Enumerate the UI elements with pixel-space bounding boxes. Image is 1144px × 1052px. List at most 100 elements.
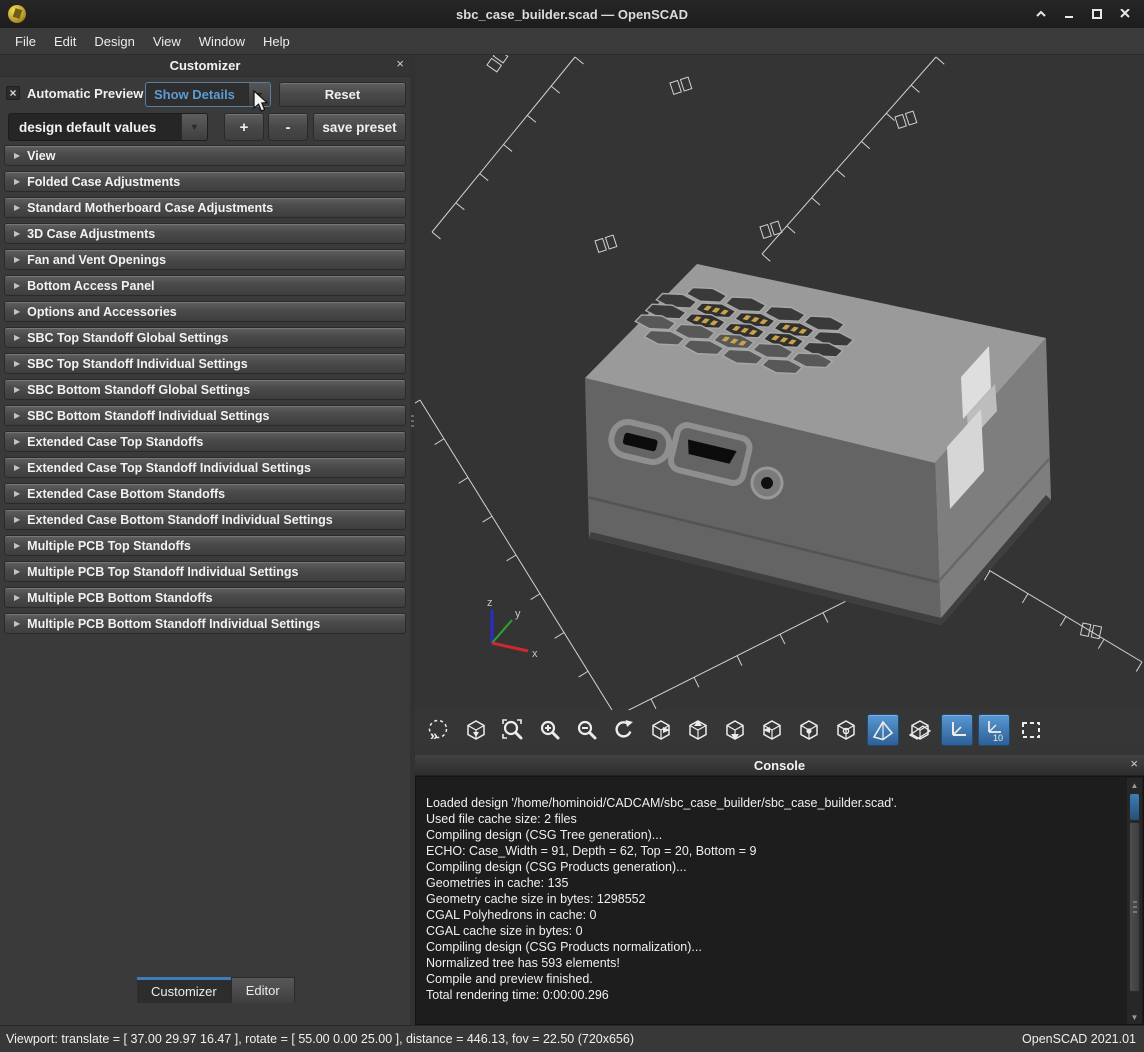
- show-axes-button[interactable]: [941, 714, 973, 746]
- menu-design[interactable]: Design: [85, 30, 143, 53]
- show-crosshairs-button[interactable]: [1015, 714, 1047, 746]
- customizer-section-label: SBC Top Standoff Individual Settings: [27, 357, 248, 371]
- chevron-right-icon: ▶: [5, 151, 27, 160]
- view-back-button[interactable]: [830, 714, 862, 746]
- customizer-section[interactable]: ▶Bottom Access Panel: [4, 275, 406, 296]
- customizer-section[interactable]: ▶Extended Case Bottom Standoff Individua…: [4, 509, 406, 530]
- chevron-right-icon: ▶: [5, 463, 27, 472]
- customizer-section[interactable]: ▶Extended Case Top Standoff Individual S…: [4, 457, 406, 478]
- view-front-icon: [797, 718, 821, 742]
- console-line: CGAL cache size in bytes: 0: [426, 923, 1123, 939]
- minimize-window-button[interactable]: [1058, 4, 1080, 24]
- zoom-out-button[interactable]: [571, 714, 603, 746]
- customizer-section[interactable]: ▶Folded Case Adjustments: [4, 171, 406, 192]
- customizer-section[interactable]: ▶Extended Case Top Standoffs: [4, 431, 406, 452]
- tab-customizer[interactable]: Customizer: [137, 977, 231, 1003]
- console-panel[interactable]: Loaded design '/home/hominoid/CADCAM/sbc…: [415, 776, 1144, 1025]
- perspective-button[interactable]: [867, 714, 899, 746]
- scroll-down-icon[interactable]: ▼: [1127, 1010, 1142, 1024]
- customizer-section[interactable]: ▶Extended Case Bottom Standoffs: [4, 483, 406, 504]
- save-preset-button[interactable]: save preset: [313, 113, 406, 141]
- customizer-section[interactable]: ▶Multiple PCB Top Standoffs: [4, 535, 406, 556]
- zoom-in-icon: [538, 718, 562, 742]
- customizer-section[interactable]: ▶Fan and Vent Openings: [4, 249, 406, 270]
- customizer-section[interactable]: ▶Options and Accessories: [4, 301, 406, 322]
- customizer-section[interactable]: ▶SBC Bottom Standoff Individual Settings: [4, 405, 406, 426]
- console-close-icon[interactable]: ×: [1130, 756, 1138, 771]
- menu-window[interactable]: Window: [190, 30, 254, 53]
- customizer-section[interactable]: ▶Multiple PCB Bottom Standoff Individual…: [4, 613, 406, 634]
- title-bar[interactable]: sbc_case_builder.scad — OpenSCAD: [0, 0, 1144, 28]
- case-model: [585, 264, 1051, 625]
- preset-select[interactable]: design default values ▼: [8, 113, 208, 141]
- menu-view[interactable]: View: [144, 30, 190, 53]
- customizer-panel: Customizer × × Automatic Preview Show De…: [0, 55, 410, 1025]
- window-controls: [1030, 4, 1144, 24]
- scrollbar-thumb[interactable]: [1129, 822, 1140, 992]
- view-left-button[interactable]: [756, 714, 788, 746]
- customizer-section-label: Extended Case Top Standoffs: [27, 435, 203, 449]
- view-right-button[interactable]: [645, 714, 677, 746]
- customizer-section-label: View: [27, 149, 55, 163]
- customizer-section[interactable]: ▶Standard Motherboard Case Adjustments: [4, 197, 406, 218]
- view-top-button[interactable]: [682, 714, 714, 746]
- view-left-icon: [760, 718, 784, 742]
- customizer-section[interactable]: ▶SBC Top Standoff Individual Settings: [4, 353, 406, 374]
- customizer-section[interactable]: ▶View: [4, 145, 406, 166]
- chevron-down-icon[interactable]: ▼: [248, 83, 270, 106]
- maximize-window-button[interactable]: [1086, 4, 1108, 24]
- customizer-section-label: SBC Top Standoff Global Settings: [27, 331, 228, 345]
- close-window-button[interactable]: [1114, 4, 1136, 24]
- console-line: Geometry cache size in bytes: 1298552: [426, 891, 1123, 907]
- detail-level-select[interactable]: Show Details ▼: [145, 82, 271, 107]
- x-axis-label: x: [532, 648, 538, 660]
- show-axes-icon: [945, 718, 969, 742]
- view-bottom-button[interactable]: [719, 714, 751, 746]
- reset-view-button[interactable]: [460, 714, 492, 746]
- console-title: Console: [754, 758, 805, 773]
- 3d-scene: z y x: [415, 55, 1144, 710]
- view-front-button[interactable]: [793, 714, 825, 746]
- customizer-section[interactable]: ▶SBC Bottom Standoff Global Settings: [4, 379, 406, 400]
- tab-editor[interactable]: Editor: [231, 977, 295, 1003]
- menu-help[interactable]: Help: [254, 30, 299, 53]
- customizer-section[interactable]: ▶Multiple PCB Bottom Standoffs: [4, 587, 406, 608]
- console-line: Normalized tree has 593 elements!: [426, 955, 1123, 971]
- chevron-right-icon: ▶: [5, 489, 27, 498]
- customizer-section-label: Options and Accessories: [27, 305, 177, 319]
- zoom-all-button[interactable]: [497, 714, 529, 746]
- customizer-controls-row-2: design default values ▼ + - save preset: [0, 111, 410, 143]
- rotate-view-button[interactable]: [608, 714, 640, 746]
- zoom-out-icon: [575, 718, 599, 742]
- chevron-down-icon[interactable]: ▼: [181, 114, 207, 140]
- console-scrollbar[interactable]: ▲ ▼: [1127, 778, 1142, 1024]
- openscad-window: sbc_case_builder.scad — OpenSCAD FileEdi…: [0, 0, 1144, 1052]
- orthogonal-button[interactable]: [904, 714, 936, 746]
- customizer-section-label: Multiple PCB Top Standoff Individual Set…: [27, 565, 298, 579]
- 3d-viewport[interactable]: z y x: [415, 55, 1144, 710]
- console-header[interactable]: Console ×: [415, 755, 1144, 776]
- reset-button[interactable]: Reset: [279, 82, 406, 107]
- shade-window-button[interactable]: [1030, 4, 1052, 24]
- remove-preset-button[interactable]: -: [268, 113, 308, 141]
- chevron-right-icon: ▶: [5, 229, 27, 238]
- customizer-section[interactable]: ▶SBC Top Standoff Global Settings: [4, 327, 406, 348]
- menu-edit[interactable]: Edit: [45, 30, 85, 53]
- show-scale-markers-button[interactable]: 10: [978, 714, 1010, 746]
- customizer-close-icon[interactable]: ×: [396, 56, 404, 71]
- show-scale-markers-icon: 10: [982, 718, 1006, 742]
- customizer-panel-header[interactable]: Customizer ×: [0, 55, 410, 77]
- menu-file[interactable]: File: [6, 30, 45, 53]
- openscad-logo-icon: [8, 5, 26, 23]
- status-bar: Viewport: translate = [ 37.00 29.97 16.4…: [0, 1025, 1144, 1052]
- view-all-button[interactable]: »: [423, 714, 455, 746]
- zoom-in-button[interactable]: [534, 714, 566, 746]
- automatic-preview-checkbox[interactable]: ×: [6, 86, 20, 100]
- scroll-up-icon[interactable]: ▲: [1127, 778, 1142, 792]
- detail-level-value: Show Details: [146, 87, 248, 102]
- console-line: Compiling design (CSG Products generatio…: [426, 859, 1123, 875]
- customizer-section[interactable]: ▶Multiple PCB Top Standoff Individual Se…: [4, 561, 406, 582]
- customizer-section[interactable]: ▶3D Case Adjustments: [4, 223, 406, 244]
- chevron-right-icon: ▶: [5, 593, 27, 602]
- add-preset-button[interactable]: +: [224, 113, 264, 141]
